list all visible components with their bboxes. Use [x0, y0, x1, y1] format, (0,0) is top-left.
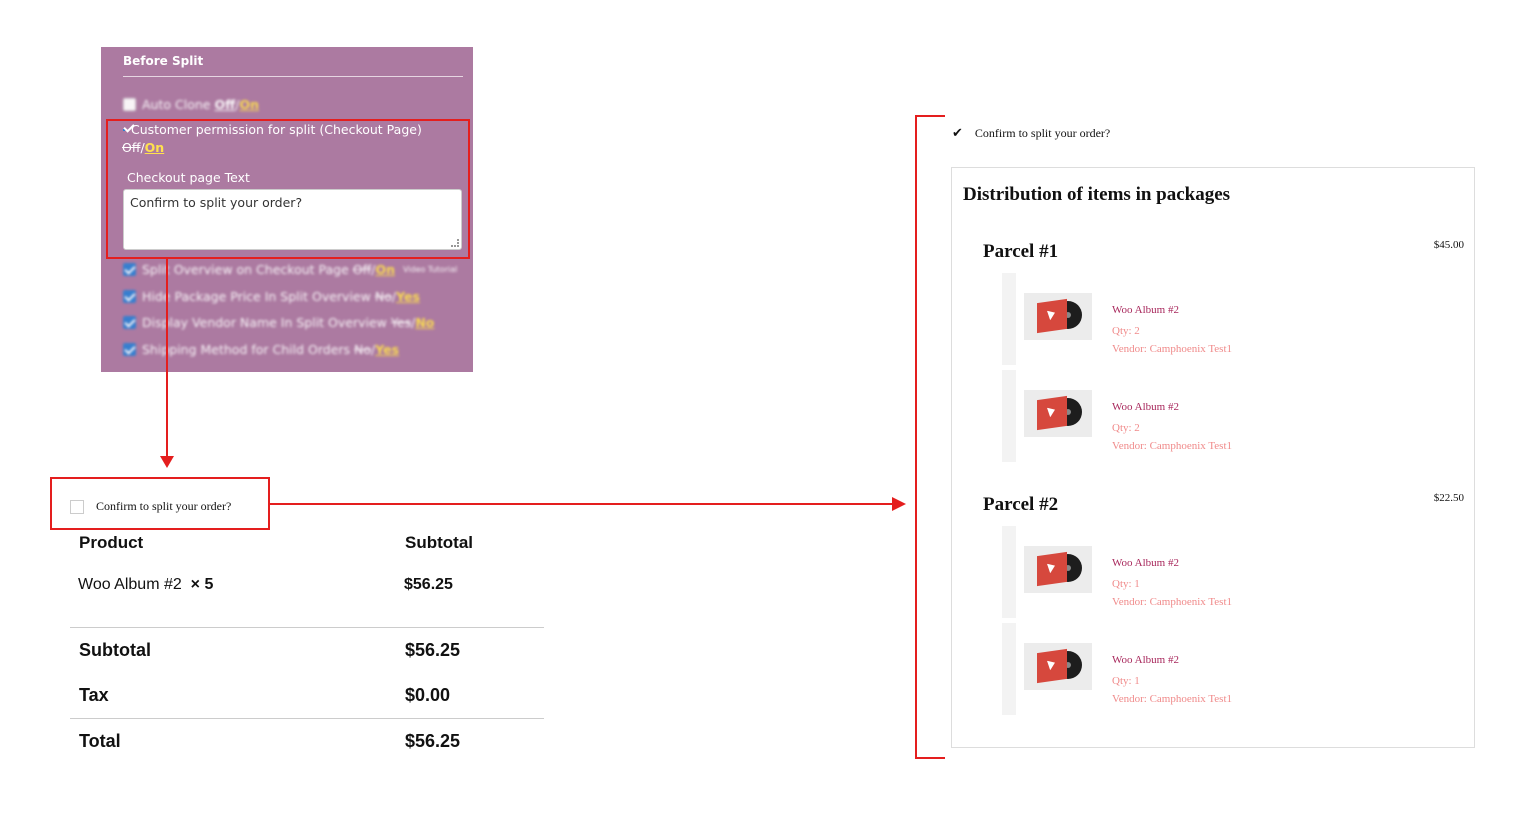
total-value: $56.25: [405, 731, 461, 751]
split-overview-box: Distribution of items in packages Parcel…: [951, 167, 1475, 748]
album-thumbnail[interactable]: [1024, 390, 1092, 437]
list-item: Woo Album #2 Qty: 2 Vendor: Camphoenix T…: [1002, 273, 1462, 365]
item-qty: Qty: 2: [1112, 422, 1140, 434]
section-title: Before Split: [123, 54, 204, 68]
split-overview-off[interactable]: Off: [353, 262, 371, 277]
split-confirm-checkbox[interactable]: [70, 499, 84, 514]
item-name-link[interactable]: Woo Album #2: [1112, 401, 1179, 413]
subtotal-label: Subtotal: [79, 640, 151, 660]
product-cell: Woo Album #2 × 5: [78, 576, 213, 594]
album-thumbnail[interactable]: [1024, 546, 1092, 593]
subtotal-row: Subtotal $56.25: [70, 640, 544, 685]
split-confirm-label: Confirm to split your order?: [96, 499, 232, 513]
tax-label: Tax: [79, 685, 109, 705]
list-item: Woo Album #2 Qty: 1 Vendor: Camphoenix T…: [1002, 623, 1462, 715]
annotation-line-horizontal: [270, 503, 893, 505]
album-sleeve-icon: [1037, 551, 1067, 587]
arrow-right-icon: [892, 497, 906, 511]
item-vendor: Vendor: Camphoenix Test1: [1112, 693, 1233, 705]
auto-clone-on[interactable]: On: [239, 97, 259, 112]
display-vendor-option[interactable]: Display Vendor Name In Split Overview Ye…: [123, 315, 434, 330]
bracket-line: [915, 115, 917, 759]
split-overview-on[interactable]: On: [375, 262, 395, 277]
product-qty: × 5: [190, 576, 214, 593]
video-tutorial-link[interactable]: Video Tutorial: [403, 265, 457, 274]
parcel-title: Parcel #1: [983, 241, 1059, 262]
auto-clone-option[interactable]: Auto Clone Off / On: [123, 97, 259, 112]
display-vendor-on[interactable]: No: [415, 315, 434, 330]
item-vendor: Vendor: Camphoenix Test1: [1112, 343, 1233, 355]
tax-value: $0.00: [405, 685, 451, 705]
hide-package-price-off[interactable]: No: [375, 289, 392, 304]
product-price: $56.25: [404, 576, 453, 593]
preview-title: Distribution of items in packages: [963, 184, 1231, 205]
product-header: Product: [79, 533, 144, 552]
item-qty: Qty: 1: [1112, 675, 1140, 687]
table-divider: [70, 627, 544, 628]
item-name-link[interactable]: Woo Album #2: [1112, 557, 1179, 569]
item-accent-bar: [1002, 623, 1016, 715]
bracket-top: [915, 115, 945, 117]
annotation-line-vertical: [166, 259, 168, 457]
total-label: Total: [79, 731, 121, 751]
preview-confirm-option[interactable]: ✔ Confirm to split your order?: [952, 125, 1110, 141]
list-item: Woo Album #2 Qty: 2 Vendor: Camphoenix T…: [1002, 370, 1462, 462]
item-vendor: Vendor: Camphoenix Test1: [1112, 596, 1233, 608]
table-divider: [70, 718, 544, 719]
shipping-method-off[interactable]: No: [354, 342, 371, 357]
table-header-row: Product Subtotal: [70, 530, 544, 575]
auto-clone-label: Auto Clone: [142, 97, 211, 112]
split-overview-checkbox[interactable]: [123, 263, 136, 276]
shipping-method-label: Shipping Method for Child Orders: [142, 342, 351, 357]
auto-clone-checkbox[interactable]: [123, 98, 136, 111]
shipping-method-option[interactable]: Shipping Method for Child Orders No / Yes: [123, 342, 399, 357]
section-divider: [123, 76, 463, 77]
split-overview-option[interactable]: Split Overview on Checkout Page Off / On V…: [123, 262, 457, 277]
bracket-bottom: [915, 757, 945, 759]
display-vendor-off[interactable]: Yes: [391, 315, 411, 330]
split-overview-label: Split Overview on Checkout Page: [142, 262, 349, 277]
album-sleeve-icon: [1037, 648, 1067, 684]
display-vendor-checkbox[interactable]: [123, 316, 136, 329]
shipping-method-checkbox[interactable]: [123, 343, 136, 356]
tax-row: Tax $0.00: [70, 685, 544, 730]
item-qty: Qty: 2: [1112, 325, 1140, 337]
item-accent-bar: [1002, 370, 1016, 462]
product-name: Woo Album #2: [78, 576, 182, 593]
table-row: Woo Album #2 × 5 $56.25: [70, 575, 544, 627]
item-accent-bar: [1002, 526, 1016, 618]
album-sleeve-icon: [1037, 395, 1067, 431]
list-item: Woo Album #2 Qty: 1 Vendor: Camphoenix T…: [1002, 526, 1462, 618]
arrow-down-icon: [160, 456, 174, 468]
split-confirm-option[interactable]: Confirm to split your order?: [70, 499, 231, 514]
subtotal-value: $56.25: [405, 640, 461, 660]
shipping-method-on[interactable]: Yes: [375, 342, 399, 357]
hide-package-price-checkbox[interactable]: [123, 290, 136, 303]
album-sleeve-icon: [1037, 298, 1067, 334]
item-name-link[interactable]: Woo Album #2: [1112, 304, 1179, 316]
item-accent-bar: [1002, 273, 1016, 365]
item-vendor: Vendor: Camphoenix Test1: [1112, 440, 1233, 452]
preview-confirm-label: Confirm to split your order?: [974, 125, 1111, 140]
item-qty: Qty: 1: [1112, 578, 1140, 590]
hide-package-price-on[interactable]: Yes: [396, 289, 420, 304]
checkmark-icon[interactable]: ✔: [952, 125, 963, 141]
album-thumbnail[interactable]: [1024, 643, 1092, 690]
hide-package-price-label: Hide Package Price In Split Overview: [142, 289, 371, 304]
subtotal-header: Subtotal: [405, 533, 473, 552]
display-vendor-label: Display Vendor Name In Split Overview: [142, 315, 387, 330]
highlight-box-setting: [106, 119, 470, 259]
total-row: Total $56.25: [70, 731, 544, 776]
parcel-title: Parcel #2: [983, 494, 1059, 515]
order-review-table: Product Subtotal Woo Album #2 × 5 $56.25…: [70, 530, 544, 751]
item-name-link[interactable]: Woo Album #2: [1112, 654, 1179, 666]
auto-clone-off[interactable]: Off: [214, 97, 235, 112]
parcel-price: $22.50: [1433, 492, 1464, 504]
album-thumbnail[interactable]: [1024, 293, 1092, 340]
parcel-price: $45.00: [1433, 239, 1464, 251]
